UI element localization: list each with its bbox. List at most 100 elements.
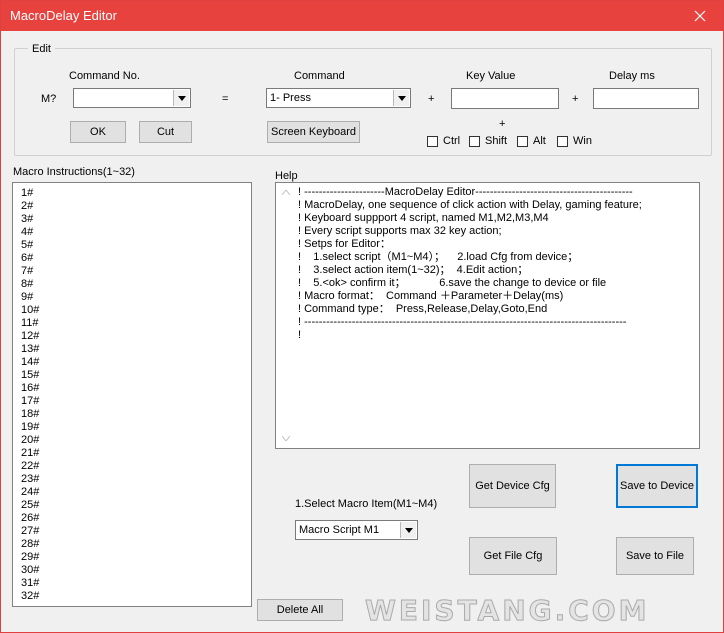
list-item[interactable]: 12#	[13, 330, 251, 343]
plus-sign-1: +	[428, 93, 435, 105]
list-item[interactable]: 23#	[13, 473, 251, 486]
help-line: ! Keyboard suppport 4 script, named M1,M…	[298, 212, 549, 224]
scroll-up-button[interactable]	[278, 185, 293, 200]
command-no-dropdown-arrow[interactable]	[173, 90, 189, 106]
macro-script-select[interactable]: Macro Script M1	[295, 520, 418, 540]
watermark: WEISTANG.COM	[364, 594, 650, 628]
macro-script-dropdown-arrow[interactable]	[400, 522, 416, 538]
macro-list-items: 1# 2# 3# 4# 5# 6# 7# 8# 9# 10# 11# 12# 1…	[13, 183, 251, 603]
macro-instructions-list[interactable]: 1# 2# 3# 4# 5# 6# 7# 8# 9# 10# 11# 12# 1…	[12, 182, 252, 607]
close-icon	[694, 10, 706, 22]
macro-instructions-label: Macro Instructions(1~32)	[13, 166, 135, 178]
chevron-up-icon	[281, 190, 290, 195]
ok-button[interactable]: OK	[70, 121, 126, 143]
list-item[interactable]: 19#	[13, 421, 251, 434]
save-to-device-button[interactable]: Save to Device	[616, 464, 698, 508]
ctrl-label: Ctrl	[443, 135, 461, 147]
modifier-plus-sign: +	[499, 118, 506, 130]
chevron-down-icon	[281, 436, 290, 441]
list-item[interactable]: 7#	[13, 265, 251, 278]
list-item[interactable]: 15#	[13, 369, 251, 382]
list-item[interactable]: 10#	[13, 304, 251, 317]
save-to-file-button[interactable]: Save to File	[616, 537, 694, 575]
list-item[interactable]: 4#	[13, 226, 251, 239]
chevron-down-icon	[404, 527, 413, 533]
win-label: Win	[573, 135, 592, 147]
equals-sign: =	[222, 93, 229, 105]
help-line: ! Every script supports max 32 key actio…	[298, 225, 502, 237]
list-item[interactable]: 17#	[13, 395, 251, 408]
edit-group-title: Edit	[28, 43, 55, 55]
win-checkbox[interactable]: Win	[557, 135, 592, 147]
list-item[interactable]: 30#	[13, 564, 251, 577]
list-item[interactable]: 32#	[13, 590, 251, 603]
title-bar[interactable]: MacroDelay Editor	[1, 1, 723, 31]
select-macro-item-label: 1.Select Macro Item(M1~M4)	[295, 498, 438, 510]
screen-keyboard-button[interactable]: Screen Keyboard	[267, 121, 360, 143]
delete-all-button[interactable]: Delete All	[257, 599, 343, 621]
list-item[interactable]: 27#	[13, 525, 251, 538]
ctrl-checkbox[interactable]: Ctrl	[427, 135, 460, 147]
list-item[interactable]: 29#	[13, 551, 251, 564]
list-item[interactable]: 20#	[13, 434, 251, 447]
close-button[interactable]	[677, 1, 723, 31]
alt-checkbox-box[interactable]	[517, 135, 528, 147]
list-item[interactable]: 28#	[13, 538, 251, 551]
key-value-label: Key Value	[466, 70, 516, 82]
help-line: ! Command type： Press,Release,Delay,Goto…	[298, 303, 548, 315]
help-line: ! --------------------------------------…	[298, 316, 627, 328]
help-scrollbar[interactable]	[278, 185, 293, 446]
get-file-cfg-button[interactable]: Get File Cfg	[469, 537, 557, 575]
chevron-down-icon	[397, 95, 406, 101]
command-label: Command	[294, 70, 345, 82]
list-item[interactable]: 11#	[13, 317, 251, 330]
help-line: ! Setps for Editor：	[298, 238, 391, 250]
command-no-select[interactable]	[73, 88, 191, 108]
plus-sign-2: +	[572, 93, 579, 105]
help-line: !	[298, 329, 302, 341]
alt-checkbox[interactable]: Alt	[517, 135, 546, 147]
key-value-input[interactable]	[451, 88, 559, 109]
macro-delay-editor-window: MacroDelay Editor Edit Command No. M? = …	[0, 0, 724, 633]
list-item[interactable]: 22#	[13, 460, 251, 473]
command-dropdown-arrow[interactable]	[393, 90, 409, 106]
list-item[interactable]: 21#	[13, 447, 251, 460]
list-item[interactable]: 26#	[13, 512, 251, 525]
help-label: Help	[275, 170, 298, 182]
command-no-label: Command No.	[69, 70, 140, 82]
list-item[interactable]: 1#	[13, 187, 251, 200]
list-item[interactable]: 24#	[13, 486, 251, 499]
cut-button[interactable]: Cut	[139, 121, 192, 143]
alt-label: Alt	[533, 135, 546, 147]
scroll-down-button[interactable]	[278, 431, 293, 446]
list-item[interactable]: 18#	[13, 408, 251, 421]
get-device-cfg-button[interactable]: Get Device Cfg	[469, 464, 556, 508]
help-line: ! ----------------------MacroDelay Edito…	[298, 186, 633, 198]
delay-ms-input[interactable]	[593, 88, 699, 109]
list-item[interactable]: 8#	[13, 278, 251, 291]
list-item[interactable]: 14#	[13, 356, 251, 369]
list-item[interactable]: 5#	[13, 239, 251, 252]
list-item[interactable]: 3#	[13, 213, 251, 226]
help-textbox[interactable]: ! ----------------------MacroDelay Edito…	[275, 182, 700, 449]
ctrl-checkbox-box[interactable]	[427, 135, 438, 147]
shift-checkbox[interactable]: Shift	[469, 135, 507, 147]
chevron-down-icon	[177, 95, 186, 101]
list-item[interactable]: 6#	[13, 252, 251, 265]
help-line: ! 1.select script（M1~M4）； 2.load Cfg fro…	[298, 251, 579, 263]
win-checkbox-box[interactable]	[557, 135, 568, 147]
macro-script-value: Macro Script M1	[299, 524, 380, 536]
list-item[interactable]: 25#	[13, 499, 251, 512]
delay-ms-label: Delay ms	[609, 70, 655, 82]
shift-label: Shift	[485, 135, 508, 147]
help-text: ! ----------------------MacroDelay Edito…	[298, 186, 696, 342]
list-item[interactable]: 31#	[13, 577, 251, 590]
command-value: 1- Press	[270, 92, 311, 104]
command-select[interactable]: 1- Press	[266, 88, 411, 108]
list-item[interactable]: 16#	[13, 382, 251, 395]
list-item[interactable]: 9#	[13, 291, 251, 304]
help-line: ! MacroDelay, one sequence of click acti…	[298, 199, 642, 211]
list-item[interactable]: 2#	[13, 200, 251, 213]
shift-checkbox-box[interactable]	[469, 135, 480, 147]
list-item[interactable]: 13#	[13, 343, 251, 356]
